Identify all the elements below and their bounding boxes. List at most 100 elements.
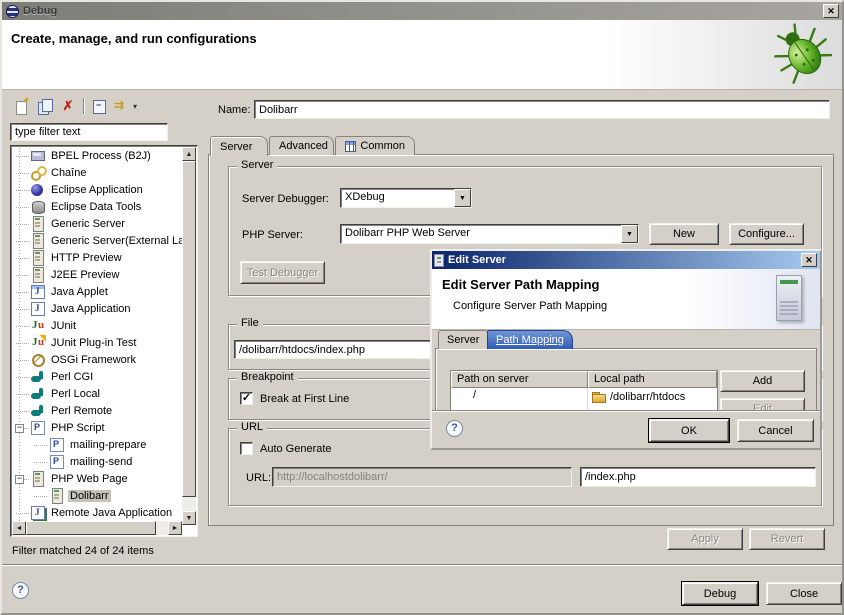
mapping-row[interactable]: //dolibarr/htdocs xyxy=(451,388,717,405)
vertical-scroll-thumb[interactable] xyxy=(182,161,196,497)
dialog-header-band: Create, manage, and run configurations xyxy=(2,20,842,90)
column-path-on-server[interactable]: Path on server xyxy=(451,371,588,388)
applet-icon xyxy=(30,284,46,299)
tree-item-label: mailing-prepare xyxy=(68,439,148,451)
configurations-tree-panel: BPEL Process (B2J)ChaîneEclipse Applicat… xyxy=(10,145,198,537)
tree-item-java-application[interactable]: Java Application xyxy=(12,301,182,318)
edit-server-titlebar[interactable]: Edit Server xyxy=(432,251,820,269)
configure-server-button[interactable]: Configure... xyxy=(729,223,804,245)
tree-item-php-web-page[interactable]: −PHP Web Page xyxy=(12,471,182,488)
scroll-down-icon[interactable]: ▼ xyxy=(182,511,196,525)
camel-icon xyxy=(30,386,46,401)
column-local-path[interactable]: Local path xyxy=(588,371,717,388)
chevron-down-icon[interactable]: ▼ xyxy=(454,189,471,207)
collapse-all-icon[interactable] xyxy=(91,98,107,114)
tree-item-eclipse-application[interactable]: Eclipse Application xyxy=(12,182,182,199)
tree-item-label: Perl CGI xyxy=(49,371,95,383)
tree-item-mailing-prepare[interactable]: mailing-prepare xyxy=(12,437,182,454)
name-input[interactable] xyxy=(254,100,830,119)
scroll-left-icon[interactable]: ◄ xyxy=(12,521,26,535)
tree-item-bpel-process-b2j[interactable]: BPEL Process (B2J) xyxy=(12,148,182,165)
tree-item-junit[interactable]: JUnit xyxy=(12,318,182,335)
tree-item-generic-server-external-la[interactable]: Generic Server(External La xyxy=(12,233,182,250)
server-icon xyxy=(30,250,46,265)
dialog-tab-path-mapping[interactable]: Path Mapping xyxy=(487,330,573,349)
tree-horizontal-scrollbar[interactable]: ◄ ► xyxy=(12,521,182,535)
tab-advanced-label: Advanced xyxy=(279,140,328,152)
break-first-line-checkbox[interactable]: ✓ xyxy=(240,392,253,405)
ok-button[interactable]: OK xyxy=(649,419,729,442)
server-icon xyxy=(434,254,444,267)
tree-item-remote-java-application[interactable]: Remote Java Application xyxy=(12,505,182,522)
tree-item-perl-local[interactable]: Perl Local xyxy=(12,386,182,403)
tab-common[interactable]: Common xyxy=(335,136,415,155)
tree-item-osgi-framework[interactable]: OSGi Framework xyxy=(12,352,182,369)
tree-item-perl-remote[interactable]: Perl Remote xyxy=(12,403,182,420)
window-titlebar[interactable]: Debug xyxy=(2,2,842,20)
filter-input[interactable] xyxy=(10,123,168,141)
close-button[interactable]: Close xyxy=(766,582,842,605)
tree-vertical-scrollbar[interactable]: ▲ ▼ xyxy=(182,147,196,525)
server-icon xyxy=(30,471,46,486)
server-icon xyxy=(49,488,65,503)
revert-button[interactable]: Revert xyxy=(749,528,825,550)
tree-item-label: J2EE Preview xyxy=(49,269,121,281)
dialog-tab-server[interactable]: Server xyxy=(438,330,488,349)
test-debugger-button[interactable]: Test Debugger xyxy=(240,261,325,284)
name-label: Name: xyxy=(218,104,250,116)
new-server-button[interactable]: New xyxy=(649,223,719,245)
add-mapping-button[interactable]: Add xyxy=(720,370,805,392)
tree-item-generic-server[interactable]: Generic Server xyxy=(12,216,182,233)
dialog-tab-path-mapping-label: Path Mapping xyxy=(496,334,564,346)
tree-item-junit-plug-in-test[interactable]: JUnit Plug-in Test xyxy=(12,335,182,352)
scroll-right-icon[interactable]: ► xyxy=(168,521,182,535)
server-debugger-combo[interactable]: XDebug ▼ xyxy=(340,188,472,208)
horizontal-scroll-thumb[interactable] xyxy=(26,521,156,535)
server-group-title: Server xyxy=(237,159,277,171)
tree-item-label: Remote Java Application xyxy=(49,507,174,519)
delete-configuration-icon[interactable]: ✗ xyxy=(60,98,76,114)
help-icon[interactable]: ? xyxy=(12,582,29,599)
filter-configurations-icon[interactable]: ⇉ xyxy=(114,98,130,114)
tree-item-java-applet[interactable]: Java Applet xyxy=(12,284,182,301)
duplicate-configuration-icon[interactable] xyxy=(37,98,53,114)
edit-server-close-button[interactable]: ✕ xyxy=(801,253,817,267)
collapse-expander-icon[interactable]: − xyxy=(15,475,24,484)
tree-item-dolibarr[interactable]: Dolibarr xyxy=(12,488,182,505)
cancel-button[interactable]: Cancel xyxy=(737,419,814,442)
tab-advanced[interactable]: Advanced xyxy=(269,136,334,155)
tree-item-perl-cgi[interactable]: Perl CGI xyxy=(12,369,182,386)
scroll-up-icon[interactable]: ▲ xyxy=(182,147,196,161)
filter-status-text: Filter matched 24 of 24 items xyxy=(12,545,154,557)
server-icon xyxy=(30,267,46,282)
php-server-combo[interactable]: Dolibarr PHP Web Server ▼ xyxy=(340,224,639,244)
osgi-icon xyxy=(30,352,46,367)
bug-icon xyxy=(770,22,832,84)
junit-icon xyxy=(30,318,46,333)
chevron-down-icon[interactable]: ▼ xyxy=(621,225,638,243)
mapping-table-header: Path on server Local path xyxy=(451,371,717,388)
new-configuration-icon[interactable] xyxy=(14,98,30,114)
edit-server-button-bar: ? OK Cancel xyxy=(432,410,820,448)
window-close-button[interactable]: ✕ xyxy=(823,4,839,18)
tree-item-mailing-send[interactable]: mailing-send xyxy=(12,454,182,471)
tab-server[interactable]: Server xyxy=(210,136,268,156)
auto-generate-checkbox[interactable] xyxy=(240,442,253,455)
tree-item-j2ee-preview[interactable]: J2EE Preview xyxy=(12,267,182,284)
tree-item-php-script[interactable]: − PHP Script xyxy=(12,420,182,437)
server-tower-image xyxy=(776,275,802,321)
tree-item-label: PHP Script xyxy=(49,422,107,434)
edit-server-subheading: Configure Server Path Mapping xyxy=(453,300,607,312)
php-server-value: Dolibarr PHP Web Server xyxy=(341,225,621,243)
url-path-input[interactable] xyxy=(580,467,816,487)
dialog-help-icon[interactable]: ? xyxy=(446,420,463,437)
url-base-input xyxy=(272,467,572,487)
apply-button[interactable]: Apply xyxy=(667,528,743,550)
filter-menu-caret-icon[interactable]: ▾ xyxy=(133,102,137,111)
debug-button[interactable]: Debug xyxy=(682,582,758,605)
tree-item-eclipse-data-tools[interactable]: Eclipse Data Tools xyxy=(12,199,182,216)
tree-item-http-preview[interactable]: HTTP Preview xyxy=(12,250,182,267)
tree-item-cha-ne[interactable]: Chaîne xyxy=(12,165,182,182)
collapse-expander-icon[interactable]: − xyxy=(15,424,24,433)
junitp-icon xyxy=(30,335,46,350)
